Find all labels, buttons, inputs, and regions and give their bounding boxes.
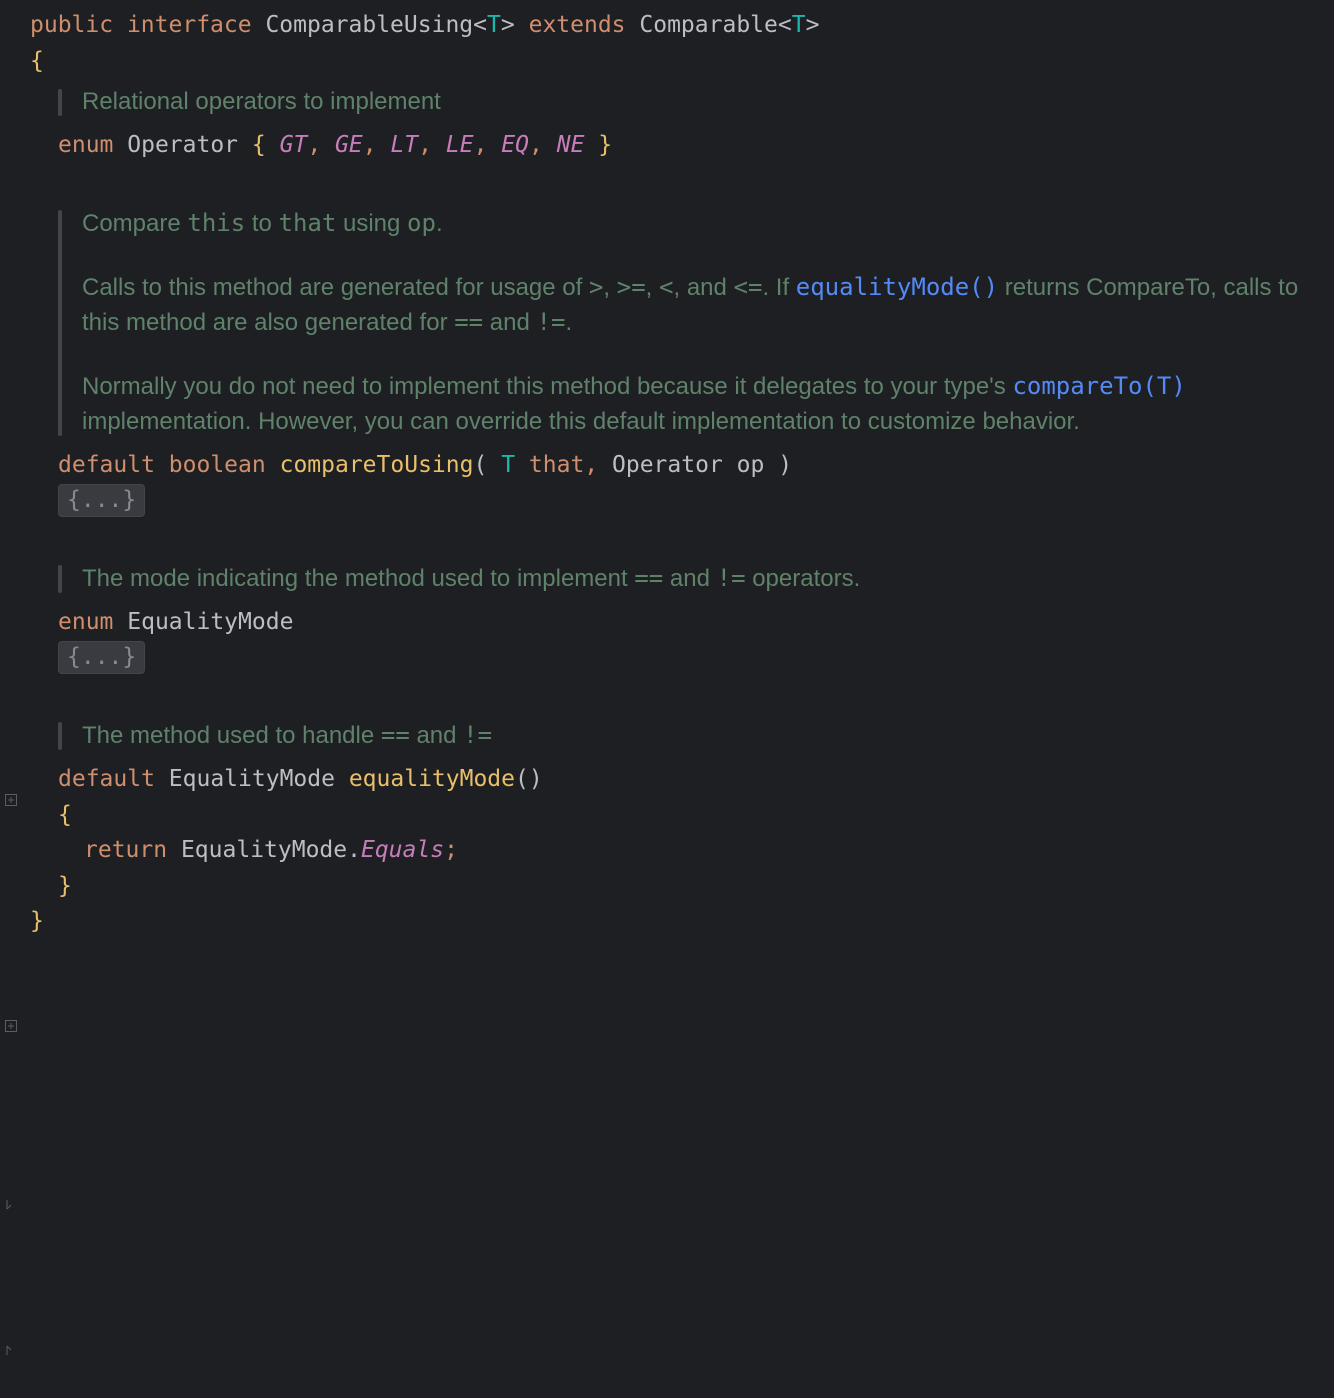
code-line: {	[30, 798, 1334, 834]
fold-collapse-down-icon[interactable]	[4, 1199, 18, 1213]
code-line: return EqualityMode.Equals;	[30, 833, 1334, 869]
doc-bar-icon	[58, 89, 62, 116]
doc-bar-icon	[58, 722, 62, 750]
fold-collapse-up-icon[interactable]	[4, 1342, 18, 1356]
fold-expand-icon[interactable]	[4, 793, 18, 807]
code-line: default boolean compareToUsing( T that, …	[30, 448, 1334, 484]
doc-comment: Compare this to that using op. Calls to …	[58, 206, 1334, 440]
code-line: {...}	[30, 483, 1334, 519]
code-line: }	[30, 904, 1334, 940]
doc-bar-icon	[58, 565, 62, 593]
folded-region[interactable]: {...}	[58, 484, 145, 517]
code-line: {...}	[30, 640, 1334, 676]
doc-bar-icon	[58, 210, 62, 436]
doc-comment: Relational operators to implement	[58, 85, 1334, 120]
code-line: enum Operator { GT, GE, LT, LE, EQ, NE }	[30, 128, 1334, 164]
doc-comment: The mode indicating the method used to i…	[58, 561, 1334, 597]
fold-expand-icon[interactable]	[4, 1019, 18, 1033]
code-editor[interactable]: public interface ComparableUsing<T> exte…	[0, 8, 1334, 940]
doc-comment: The method used to handle == and !=	[58, 718, 1334, 754]
code-line: enum EqualityMode	[30, 605, 1334, 641]
doc-link[interactable]: equalityMode()	[796, 273, 998, 301]
code-line: {	[30, 44, 1334, 80]
code-line: default EqualityMode equalityMode()	[30, 762, 1334, 798]
folded-region[interactable]: {...}	[58, 641, 145, 674]
code-line: }	[30, 869, 1334, 905]
code-line: public interface ComparableUsing<T> exte…	[30, 8, 1334, 44]
doc-link[interactable]: compareTo(T)	[1012, 372, 1185, 400]
